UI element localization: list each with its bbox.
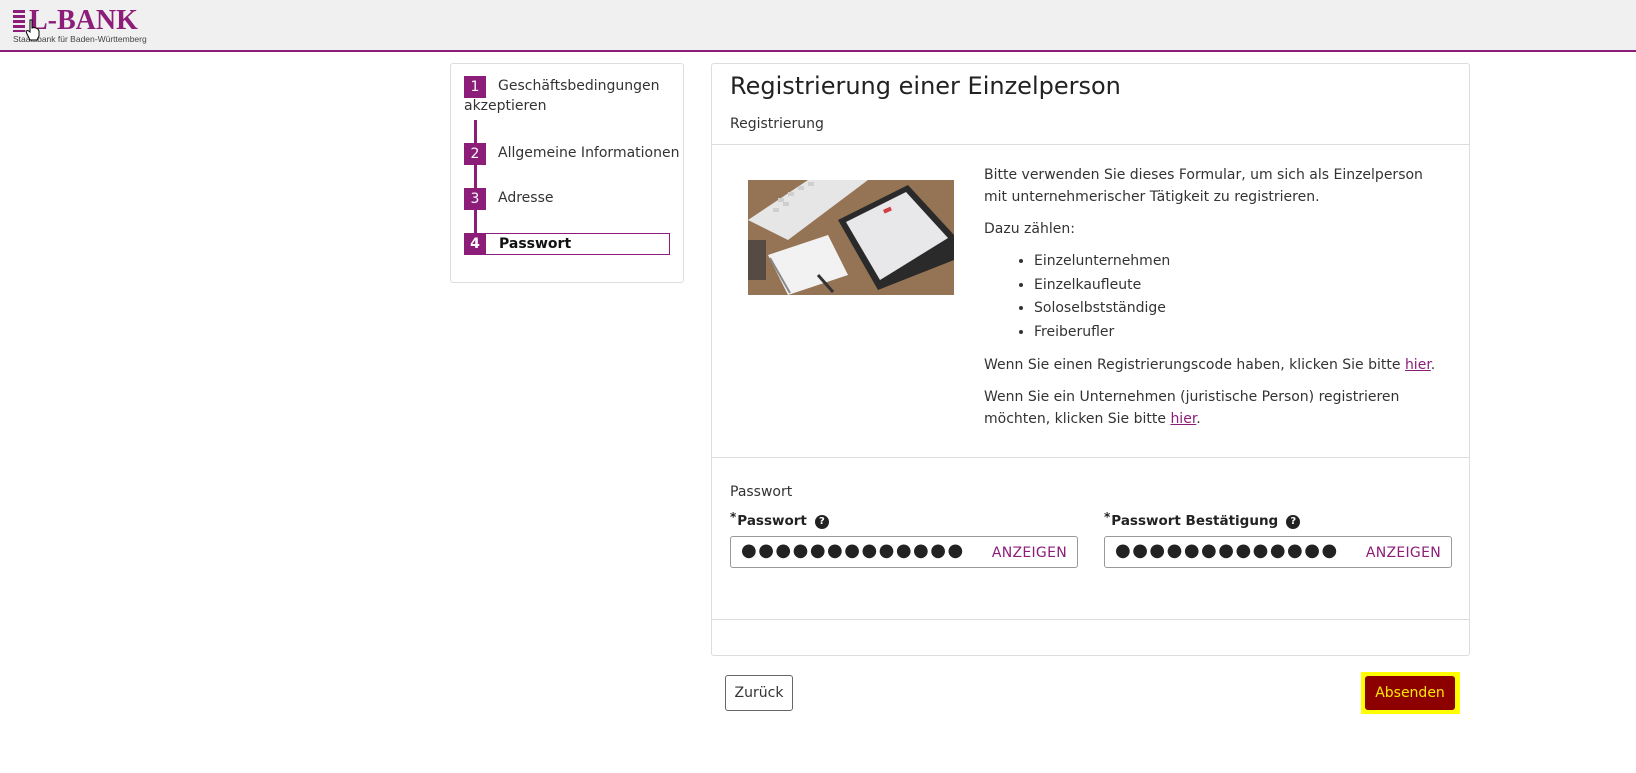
step-number: 4 <box>464 233 486 255</box>
required-mark: * <box>1104 510 1111 524</box>
company-registration-link[interactable]: hier <box>1170 411 1196 427</box>
question-circle-icon[interactable]: ? <box>1286 515 1301 529</box>
step-number: 2 <box>464 143 486 165</box>
step-label-continued: akzeptieren <box>464 98 547 114</box>
step-label: Geschäftsbedingungen <box>498 78 660 94</box>
page-title: Registrierung einer Einzelperson <box>730 72 1121 100</box>
hand-cursor-icon <box>25 19 40 41</box>
logo-text: L-BANK <box>29 5 138 36</box>
divider <box>712 144 1469 145</box>
divider <box>712 619 1469 620</box>
step-1[interactable]: 1 Geschäftsbedingungen akzeptieren <box>464 76 670 114</box>
submit-button[interactable]: Absenden <box>1365 676 1455 710</box>
password-value: ●●●●●●●●●●●●● <box>741 540 965 561</box>
intro-list-heading: Dazu zählen: <box>984 221 1075 237</box>
intro-paragraph: Bitte verwenden Sie dieses Formular, um … <box>984 167 1423 205</box>
period: . <box>1430 357 1436 373</box>
required-mark: * <box>730 510 737 524</box>
entity-type-list: Einzelunternehmen Einzelkaufleute Solose… <box>984 250 1444 344</box>
list-item: Einzelkaufleute <box>1034 274 1444 298</box>
list-item: Soloselbstständige <box>1034 297 1444 321</box>
step-4-active[interactable]: 4 Passwort <box>464 233 670 255</box>
show-password-confirm-button[interactable]: ANZEIGEN <box>1366 545 1441 561</box>
step-number: 3 <box>464 188 486 210</box>
registration-code-note: Wenn Sie einen Registrierungscode haben,… <box>984 354 1444 376</box>
registration-panel: Registrierung einer Einzelperson Registr… <box>711 63 1470 656</box>
password-label: *Passwort? <box>730 510 829 529</box>
password-section-label: Passwort <box>730 484 793 500</box>
step-label: Passwort <box>499 236 572 252</box>
registration-stepper: 1 Geschäftsbedingungen akzeptieren 2 All… <box>450 63 684 283</box>
password-label-text: Passwort <box>737 513 807 529</box>
desk-tablet-image <box>748 180 954 295</box>
section-subtitle: Registrierung <box>730 116 824 132</box>
divider <box>712 457 1469 458</box>
top-header: L-BANK Staatsbank für Baden-Württemberg <box>0 0 1636 52</box>
step-label: Allgemeine Informationen <box>498 145 680 161</box>
list-item: Einzelunternehmen <box>1034 250 1444 274</box>
password-confirm-field[interactable]: ●●●●●●●●●●●●● ANZEIGEN <box>1104 536 1452 568</box>
step-3[interactable]: 3 Adresse <box>464 188 553 210</box>
registration-code-text: Wenn Sie einen Registrierungscode haben,… <box>984 357 1405 373</box>
show-password-button[interactable]: ANZEIGEN <box>992 545 1067 561</box>
back-button[interactable]: Zurück <box>725 675 793 711</box>
question-circle-icon[interactable]: ? <box>814 515 829 529</box>
list-item: Freiberufler <box>1034 321 1444 345</box>
password-confirm-label: *Passwort Bestätigung? <box>1104 510 1301 529</box>
step-number: 1 <box>464 76 486 98</box>
password-confirm-value: ●●●●●●●●●●●●● <box>1115 540 1339 561</box>
step-2[interactable]: 2 Allgemeine Informationen <box>464 143 679 165</box>
password-confirm-label-text: Passwort Bestätigung <box>1111 513 1279 529</box>
password-field[interactable]: ●●●●●●●●●●●●● ANZEIGEN <box>730 536 1078 568</box>
registration-code-link[interactable]: hier <box>1405 357 1431 373</box>
period: . <box>1196 411 1201 427</box>
step-label: Adresse <box>498 190 554 206</box>
submit-highlight: Absenden <box>1361 672 1460 714</box>
company-registration-note: Wenn Sie ein Unternehmen (juristische Pe… <box>984 386 1444 430</box>
intro-text: Bitte verwenden Sie dieses Formular, um … <box>984 164 1444 440</box>
